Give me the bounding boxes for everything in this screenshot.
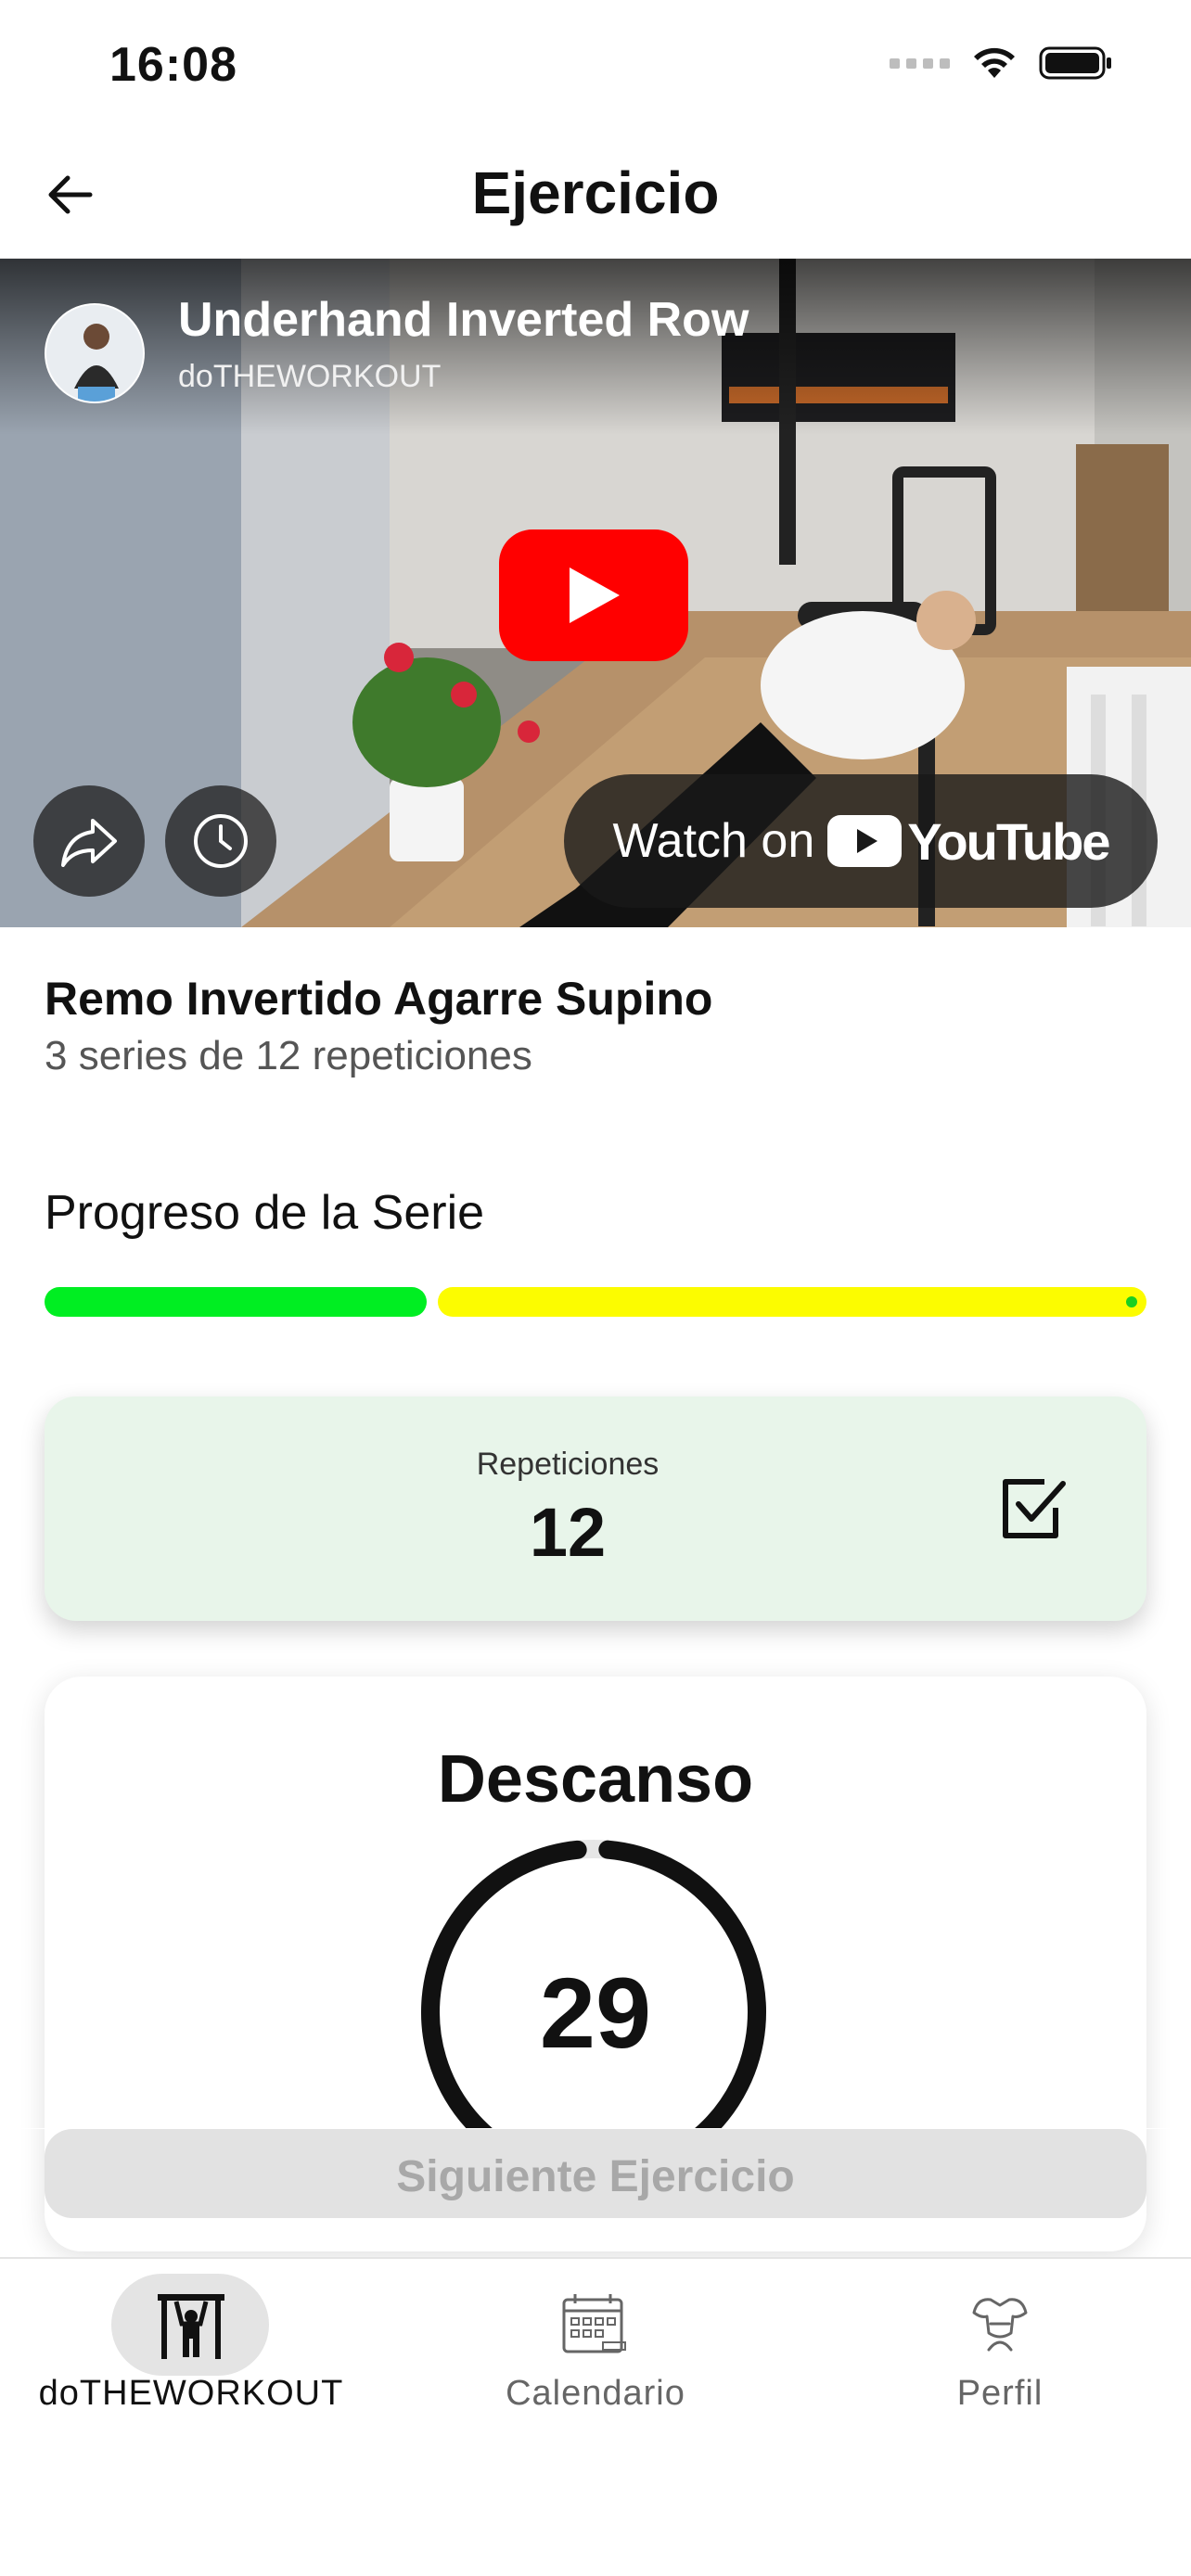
bottom-tab-bar: doTHEWORKOUT Calendario Perfil — [0, 2257, 1191, 2576]
video-title[interactable]: Underhand Inverted Row — [178, 292, 749, 348]
status-icons — [890, 45, 1113, 82]
status-time: 16:08 — [109, 38, 237, 92]
battery-icon — [1039, 46, 1111, 80]
tab-label: Perfil — [956, 2374, 1044, 2413]
avatar-image — [46, 305, 143, 402]
play-button[interactable] — [499, 529, 688, 661]
progress-end-dot — [1126, 1296, 1137, 1307]
video-channel-name[interactable]: doTHEWORKOUT — [178, 359, 441, 395]
series-progress-bar — [45, 1287, 1146, 1317]
profile-muscle-icon — [972, 2298, 1028, 2352]
progress-completed-segment — [45, 1287, 427, 1317]
rest-seconds-remaining: 29 — [539, 1957, 652, 2069]
next-exercise-label: Siguiente Ejercicio — [396, 2152, 795, 2201]
exercise-name: Remo Invertido Agarre Supino — [45, 973, 713, 1025]
tab-perfil[interactable]: Perfil — [809, 2259, 1191, 2463]
exercise-detail: 3 series de 12 repeticiones — [45, 1033, 532, 1078]
channel-avatar[interactable] — [45, 303, 145, 403]
watch-on-label: Watch on — [612, 814, 815, 868]
repetitions-value: 12 — [529, 1494, 607, 1571]
nav-header: Ejercicio — [0, 134, 1191, 259]
series-progress-label: Progreso de la Serie — [45, 1186, 485, 1240]
share-button[interactable] — [33, 785, 145, 897]
progress-remaining-segment — [438, 1287, 1146, 1317]
share-icon — [61, 819, 117, 867]
youtube-logo: YouTube — [827, 811, 1110, 872]
next-exercise-button[interactable]: Siguiente Ejercicio — [45, 2129, 1146, 2218]
repetitions-card: Repeticiones 12 — [45, 1396, 1146, 1621]
play-icon — [570, 567, 620, 623]
clock-icon — [194, 814, 248, 868]
watch-on-youtube-button[interactable]: Watch on YouTube — [564, 774, 1158, 908]
youtube-wordmark: YouTube — [907, 811, 1110, 871]
youtube-play-icon — [827, 815, 903, 867]
tab-label: doTHEWORKOUT — [38, 2374, 344, 2413]
tab-calendario[interactable]: Calendario — [404, 2259, 787, 2463]
tab-label: Calendario — [506, 2374, 685, 2413]
status-bar: 16:08 — [0, 0, 1191, 134]
wifi-icon — [974, 47, 1015, 78]
checkbox-checked-icon — [1003, 1479, 1066, 1538]
watch-later-button[interactable] — [165, 785, 276, 897]
rest-title: Descanso — [437, 1742, 754, 1817]
tab-doTHEWORKOUT[interactable]: doTHEWORKOUT — [0, 2259, 382, 2463]
repetitions-label: Repeticiones — [476, 1447, 660, 1482]
calendar-icon — [562, 2294, 626, 2353]
cellular-signal-icon — [890, 57, 950, 69]
youtube-video-player[interactable]: Underhand Inverted Row doTHEWORKOUT Watc… — [0, 259, 1191, 927]
pullup-bar-icon — [158, 2294, 224, 2359]
page-title: Ejercicio — [471, 159, 720, 226]
complete-set-checkbox[interactable] — [998, 1471, 1072, 1545]
